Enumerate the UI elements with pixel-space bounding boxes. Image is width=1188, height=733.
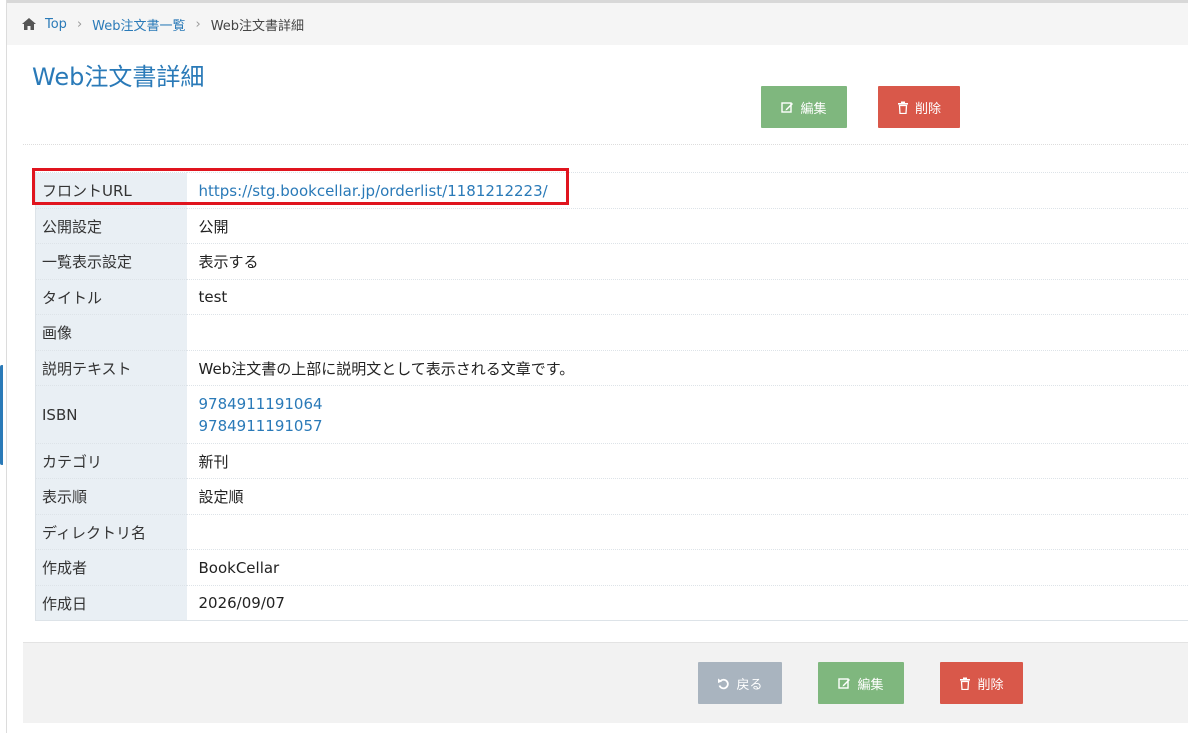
delete-button-label: 削除 <box>977 677 1004 693</box>
detail-value: 新刊 <box>186 443 1188 479</box>
detail-row: ディレクトリ名 <box>35 514 1188 550</box>
detail-label: 作成日 <box>35 585 187 621</box>
footer-action-bar: 戻る 編集 削除 <box>23 642 1188 723</box>
delete-button[interactable]: 削除 <box>940 662 1023 704</box>
edit-button-label: 編集 <box>857 677 884 693</box>
trash-icon <box>960 677 971 690</box>
detail-label: 表示順 <box>35 478 187 515</box>
detail-label: 説明テキスト <box>35 350 187 386</box>
detail-row: 作成者 BookCellar <box>35 549 1188 586</box>
detail-row: 作成日 2026/09/07 <box>35 585 1188 621</box>
back-button-label: 戻る <box>736 677 763 693</box>
detail-row: 公開設定 公開 <box>35 208 1188 244</box>
detail-value: BookCellar <box>186 549 1188 586</box>
delete-button[interactable]: 削除 <box>878 86 960 128</box>
edit-icon <box>838 677 851 689</box>
isbn-link[interactable]: 9784911191057 <box>199 417 323 435</box>
detail-value <box>186 314 1188 351</box>
detail-label: 公開設定 <box>35 208 187 244</box>
detail-value: Web注文書の上部に説明文として表示される文章です。 <box>186 350 1188 386</box>
trash-icon <box>897 101 908 114</box>
detail-row: 画像 <box>35 314 1188 351</box>
detail-value <box>186 514 1188 550</box>
detail-label: ディレクトリ名 <box>35 514 187 550</box>
back-button[interactable]: 戻る <box>698 662 782 704</box>
detail-value: 2026/09/07 <box>186 585 1188 621</box>
divider <box>23 144 1188 145</box>
home-icon[interactable] <box>21 17 37 31</box>
detail-row: タイトル test <box>35 279 1188 315</box>
breadcrumb: Top › Web注文書一覧 › Web注文書詳細 <box>7 3 1188 45</box>
detail-table: フロントURL https://stg.bookcellar.jp/orderl… <box>35 172 1188 621</box>
main-content: Web注文書詳細 編集 削除 フロントURL https://stg.bookc… <box>23 45 1188 733</box>
detail-value: test <box>186 279 1188 315</box>
isbn-link[interactable]: 9784911191064 <box>199 395 323 413</box>
edit-icon <box>781 101 794 113</box>
page-title: Web注文書詳細 <box>32 63 205 91</box>
detail-row: カテゴリ 新刊 <box>35 443 1188 479</box>
detail-value: 公開 <box>186 208 1188 244</box>
undo-icon <box>718 678 730 689</box>
detail-row: 説明テキスト Web注文書の上部に説明文として表示される文章です。 <box>35 350 1188 386</box>
detail-row: 表示順 設定順 <box>35 478 1188 515</box>
edit-button[interactable]: 編集 <box>761 86 847 128</box>
detail-label: 画像 <box>35 314 187 351</box>
detail-label: カテゴリ <box>35 443 187 479</box>
detail-label: ISBN <box>35 385 187 444</box>
breadcrumb-top-link[interactable]: Top <box>45 17 67 32</box>
breadcrumb-current: Web注文書詳細 <box>210 18 305 34</box>
delete-button-label: 削除 <box>914 101 941 117</box>
detail-row-isbn: ISBN 9784911191064 9784911191057 <box>35 385 1188 444</box>
edit-button[interactable]: 編集 <box>818 662 904 704</box>
detail-row: 一覧表示設定 表示する <box>35 243 1188 280</box>
breadcrumb-separator: › <box>76 16 83 32</box>
detail-value: 設定順 <box>186 478 1188 515</box>
detail-label: 作成者 <box>35 549 187 586</box>
detail-label: 一覧表示設定 <box>35 243 187 280</box>
edit-button-label: 編集 <box>800 101 827 117</box>
detail-value: 表示する <box>186 243 1188 280</box>
detail-label: タイトル <box>35 279 187 315</box>
front-url-highlight <box>32 168 569 205</box>
left-panel-indicator <box>0 365 4 465</box>
breadcrumb-list-link[interactable]: Web注文書一覧 <box>92 15 185 34</box>
breadcrumb-separator: › <box>195 16 201 32</box>
